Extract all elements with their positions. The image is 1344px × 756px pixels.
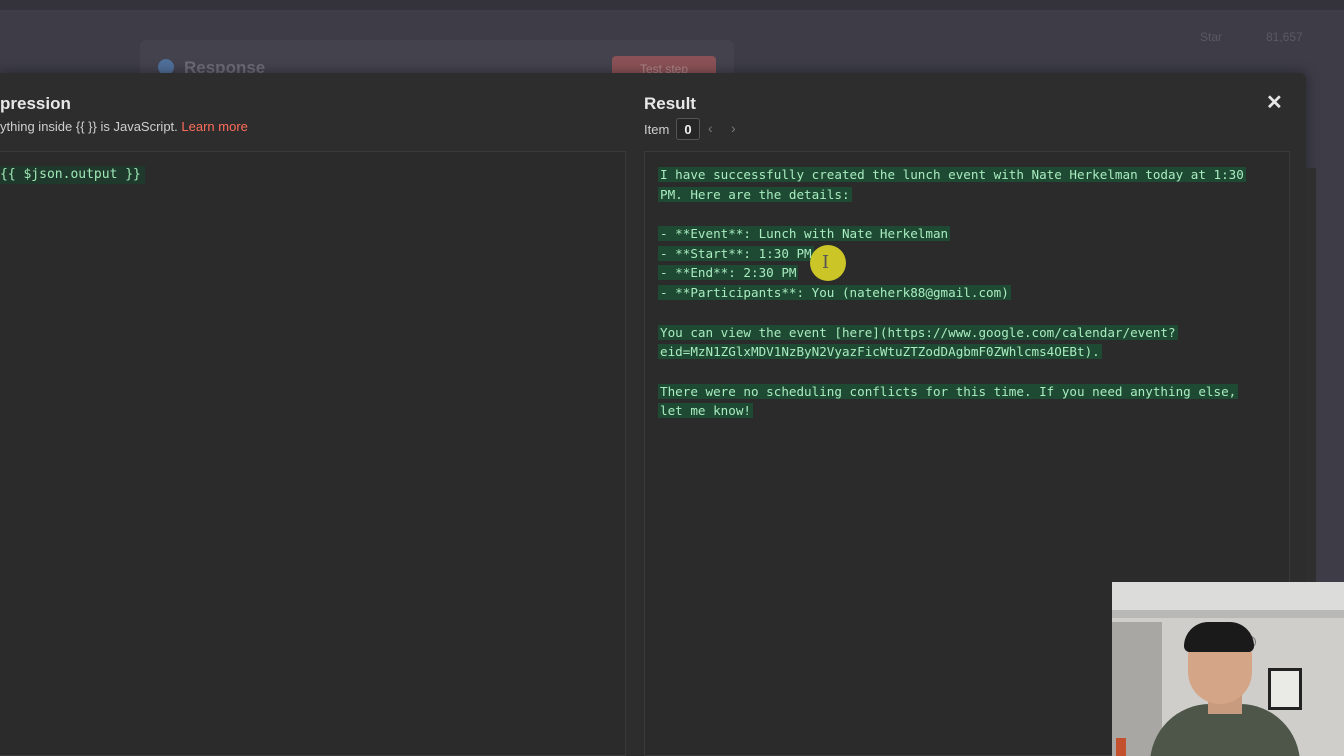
result-line-text: I have successfully created the lunch ev… bbox=[658, 167, 1246, 182]
expression-editor[interactable] bbox=[0, 151, 626, 756]
chevron-left-icon[interactable]: ‹ bbox=[708, 120, 713, 136]
result-line-text: - **Participants**: You (nateherk88@gmai… bbox=[658, 285, 1011, 301]
result-line: - **Event**: Lunch with Nate Herkelman bbox=[658, 224, 1246, 244]
item-index-input[interactable]: 0 bbox=[676, 118, 700, 140]
webcam-beam bbox=[1112, 610, 1344, 618]
github-star-count: 81,657 bbox=[1266, 30, 1303, 44]
result-line: I have successfully created the lunch ev… bbox=[658, 165, 1246, 185]
text-cursor-icon: I bbox=[822, 252, 830, 273]
result-line bbox=[658, 303, 1246, 323]
webcam-overlay bbox=[1112, 582, 1344, 756]
expression-hint-text: ything inside {{ }} is JavaScript. bbox=[0, 119, 178, 134]
github-star-label[interactable]: Star bbox=[1200, 30, 1222, 44]
result-line-text: PM. Here are the details: bbox=[658, 186, 852, 202]
result-line: PM. Here are the details: bbox=[658, 185, 1246, 205]
expression-code[interactable]: {{ $json.output }} bbox=[0, 166, 145, 184]
result-line-text: let me know! bbox=[658, 403, 753, 419]
result-output: I have successfully created the lunch ev… bbox=[658, 165, 1246, 421]
result-line-text: - **Event**: Lunch with Nate Herkelman bbox=[658, 226, 951, 242]
result-line-text: - **End**: 2:30 PM bbox=[658, 265, 799, 281]
webcam-shelf bbox=[1112, 622, 1162, 756]
result-line: - **End**: 2:30 PM bbox=[658, 263, 1246, 283]
webcam-picture-frame bbox=[1268, 668, 1302, 710]
result-line: There were no scheduling conflicts for t… bbox=[658, 382, 1246, 402]
chevron-right-icon[interactable]: › bbox=[731, 120, 736, 136]
result-line: eid=MzN1ZGlxMDV1NzByN2VyazFicWtuZTZodDAg… bbox=[658, 342, 1246, 362]
close-icon[interactable]: ✕ bbox=[1266, 93, 1283, 113]
result-line: - **Participants**: You (nateherk88@gmai… bbox=[658, 283, 1246, 303]
expression-title: pression bbox=[0, 94, 71, 113]
result-title: Result bbox=[644, 94, 696, 113]
learn-more-link[interactable]: Learn more bbox=[181, 119, 247, 134]
result-line-text: There were no scheduling conflicts for t… bbox=[658, 383, 1239, 399]
result-line: let me know! bbox=[658, 401, 1246, 421]
webcam-person-hair bbox=[1184, 622, 1254, 652]
expression-hint: ything inside {{ }} is JavaScript. Learn… bbox=[0, 119, 248, 134]
result-line: - **Start**: 1:30 PM bbox=[658, 244, 1246, 264]
result-line-text: eid=MzN1ZGlxMDV1NzByN2VyazFicWtuZTZodDAg… bbox=[658, 344, 1102, 360]
top-bar bbox=[0, 0, 1344, 10]
item-label: Item bbox=[644, 122, 670, 137]
result-line: You can view the event [here](https://ww… bbox=[658, 323, 1246, 343]
result-line bbox=[658, 362, 1246, 382]
webcam-object bbox=[1116, 738, 1126, 756]
result-line bbox=[658, 204, 1246, 224]
result-line-text: You can view the event [here](https://ww… bbox=[658, 324, 1178, 340]
result-line-text: - **Start**: 1:30 PM bbox=[658, 245, 814, 261]
